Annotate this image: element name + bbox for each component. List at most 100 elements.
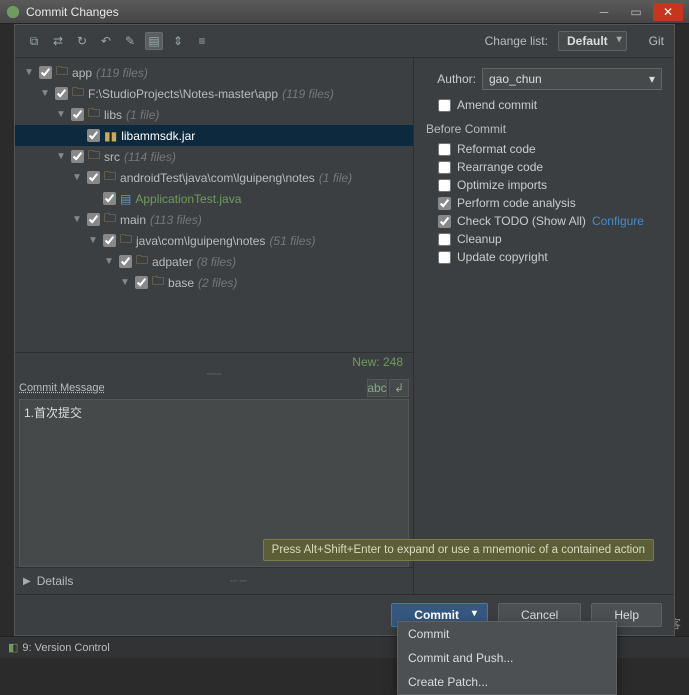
- window-title: Commit Changes: [26, 5, 587, 19]
- tree-checkbox[interactable]: [71, 108, 84, 121]
- author-label: Author:: [426, 72, 476, 86]
- chevron-down-icon[interactable]: ▼: [39, 88, 51, 99]
- commit-message-label: Commit Message: [19, 382, 365, 394]
- tree-checkbox[interactable]: [55, 87, 68, 100]
- move-to-changelist-icon[interactable]: ⇄: [49, 32, 67, 50]
- chevron-down-icon: ▾: [649, 72, 655, 86]
- tree-node[interactable]: ▼🗀java\com\lguipeng\notes(51 files): [15, 230, 413, 251]
- tree-node[interactable]: ▮▮ libammsdk.jar: [15, 125, 413, 146]
- chevron-right-icon: ▶: [23, 576, 31, 587]
- commit-dialog: ⧉ ⇄ ↻ ↶ ✎ ▤ ⇕ ≡ Change list: Default Git…: [14, 24, 675, 636]
- chevron-down-icon[interactable]: ▼: [103, 256, 115, 267]
- spellcheck-icon[interactable]: abc: [367, 379, 387, 397]
- chevron-down-icon[interactable]: ▼: [87, 235, 99, 246]
- folder-icon: 🗀: [136, 251, 148, 272]
- tree-node-label: adpater: [152, 255, 193, 269]
- tree-node[interactable]: ▼🗀androidTest\java\com\lguipeng\notes(1 …: [15, 167, 413, 188]
- tree-node-label: libs: [104, 108, 122, 122]
- tree-checkbox[interactable]: [87, 213, 100, 226]
- commit-dropdown[interactable]: CommitCommit and Push...Create Patch...: [397, 621, 617, 695]
- folder-icon: 🗀: [104, 209, 116, 230]
- chevron-down-icon[interactable]: ▼: [119, 277, 131, 288]
- before-commit-title: Before Commit: [426, 122, 662, 136]
- tree-node-label: base: [168, 276, 194, 290]
- dropdown-item[interactable]: Commit and Push...: [398, 646, 616, 670]
- details-label: Details: [37, 574, 74, 588]
- tree-node-count: (1 file): [126, 108, 159, 122]
- before-commit-option[interactable]: Update copyright: [438, 250, 662, 264]
- file-tree[interactable]: ▼🗀app(119 files)▼🗀F:\StudioProjects\Note…: [15, 58, 413, 352]
- tree-checkbox[interactable]: [103, 192, 116, 205]
- tree-node-count: (51 files): [269, 234, 315, 248]
- version-control-icon: ◧: [8, 641, 18, 654]
- tree-node[interactable]: ▼ 🗀 F:\StudioProjects\Notes-master\app (119…: [15, 83, 413, 104]
- collapse-all-icon[interactable]: ≡: [193, 32, 211, 50]
- chevron-down-icon[interactable]: ▼: [71, 214, 83, 225]
- maximize-button[interactable]: ▭: [621, 3, 651, 21]
- amend-commit-checkbox[interactable]: Amend commit: [438, 98, 662, 112]
- details-row[interactable]: ▶ Details ┄┄: [15, 567, 413, 594]
- chevron-down-icon[interactable]: ▼: [55, 151, 67, 162]
- tree-node[interactable]: ▼🗀app(119 files): [15, 62, 413, 83]
- app-icon: [6, 5, 20, 19]
- show-diff-icon[interactable]: ⧉: [25, 32, 43, 50]
- changelist-combo[interactable]: Default: [558, 31, 627, 51]
- tree-node-count: (114 files): [124, 150, 176, 164]
- before-commit-option[interactable]: Check TODO (Show All)Configure: [438, 214, 662, 228]
- chevron-down-icon[interactable]: ▼: [23, 67, 35, 78]
- chevron-down-icon[interactable]: ▼: [71, 172, 83, 183]
- folder-icon: 🗀: [104, 167, 116, 188]
- tree-node[interactable]: ▼ 🗀 libs (1 file): [15, 104, 413, 125]
- dropdown-item[interactable]: Commit: [398, 622, 616, 646]
- new-changelist-icon[interactable]: ✎: [121, 32, 139, 50]
- expand-all-icon[interactable]: ⇕: [169, 32, 187, 50]
- tree-node[interactable]: ▼🗀base(2 files): [15, 272, 413, 293]
- revert-icon[interactable]: ↶: [97, 32, 115, 50]
- configure-link[interactable]: Configure: [592, 214, 644, 228]
- before-commit-option[interactable]: Reformat code: [438, 142, 662, 156]
- before-commit-option[interactable]: Cleanup: [438, 232, 662, 246]
- tree-checkbox[interactable]: [87, 129, 100, 142]
- tree-checkbox[interactable]: [71, 150, 84, 163]
- folder-icon: 🗀: [88, 104, 100, 125]
- tree-node-label: androidTest\java\com\lguipeng\notes: [120, 171, 315, 185]
- toolbar: ⧉ ⇄ ↻ ↶ ✎ ▤ ⇕ ≡ Change list: Default Git: [15, 25, 674, 58]
- minimize-button[interactable]: ─: [589, 3, 619, 21]
- folder-icon: 🗀: [72, 83, 84, 104]
- folder-icon: 🗀: [88, 146, 100, 167]
- close-button[interactable]: ✕: [653, 3, 683, 21]
- tree-node-count: (119 files): [282, 87, 334, 101]
- tooltip: Press Alt+Shift+Enter to expand or use a…: [263, 539, 654, 561]
- tree-node[interactable]: ▼🗀adpater(8 files): [15, 251, 413, 272]
- tree-node-label: ApplicationTest.java: [135, 192, 241, 206]
- group-by-directory-icon[interactable]: ▤: [145, 32, 163, 50]
- changelist-label: Change list:: [485, 34, 548, 48]
- before-commit-option[interactable]: Rearrange code: [438, 160, 662, 174]
- tree-checkbox[interactable]: [119, 255, 132, 268]
- chevron-down-icon[interactable]: ▼: [55, 109, 67, 120]
- tree-node-label: app: [72, 66, 92, 80]
- history-icon[interactable]: ↲: [389, 379, 409, 397]
- dropdown-item[interactable]: Create Patch...: [398, 670, 616, 694]
- tree-node[interactable]: ▤ApplicationTest.java: [15, 188, 413, 209]
- tree-checkbox[interactable]: [103, 234, 116, 247]
- tree-checkbox[interactable]: [39, 66, 52, 79]
- tree-node-label: F:\StudioProjects\Notes-master\app: [88, 87, 278, 101]
- folder-icon: 🗀: [152, 272, 164, 293]
- tree-checkbox[interactable]: [135, 276, 148, 289]
- tree-node-label: libammsdk.jar: [121, 129, 195, 143]
- before-commit-option[interactable]: Perform code analysis: [438, 196, 662, 210]
- jar-icon: ▮▮: [104, 129, 117, 143]
- tree-node-label: main: [120, 213, 146, 227]
- titlebar: Commit Changes ─ ▭ ✕: [0, 0, 689, 24]
- tree-node-count: (113 files): [150, 213, 202, 227]
- before-commit-option[interactable]: Optimize imports: [438, 178, 662, 192]
- tree-checkbox[interactable]: [87, 171, 100, 184]
- tree-node[interactable]: ▼ 🗀 src (114 files): [15, 146, 413, 167]
- tree-node-label: src: [104, 150, 120, 164]
- author-combo[interactable]: gao_chun ▾: [482, 68, 662, 90]
- folder-icon: 🗀: [120, 230, 132, 251]
- options-panel: Author: gao_chun ▾ Amend commit Before C…: [414, 58, 674, 594]
- refresh-icon[interactable]: ↻: [73, 32, 91, 50]
- tree-node[interactable]: ▼ 🗀 main (113 files): [15, 209, 413, 230]
